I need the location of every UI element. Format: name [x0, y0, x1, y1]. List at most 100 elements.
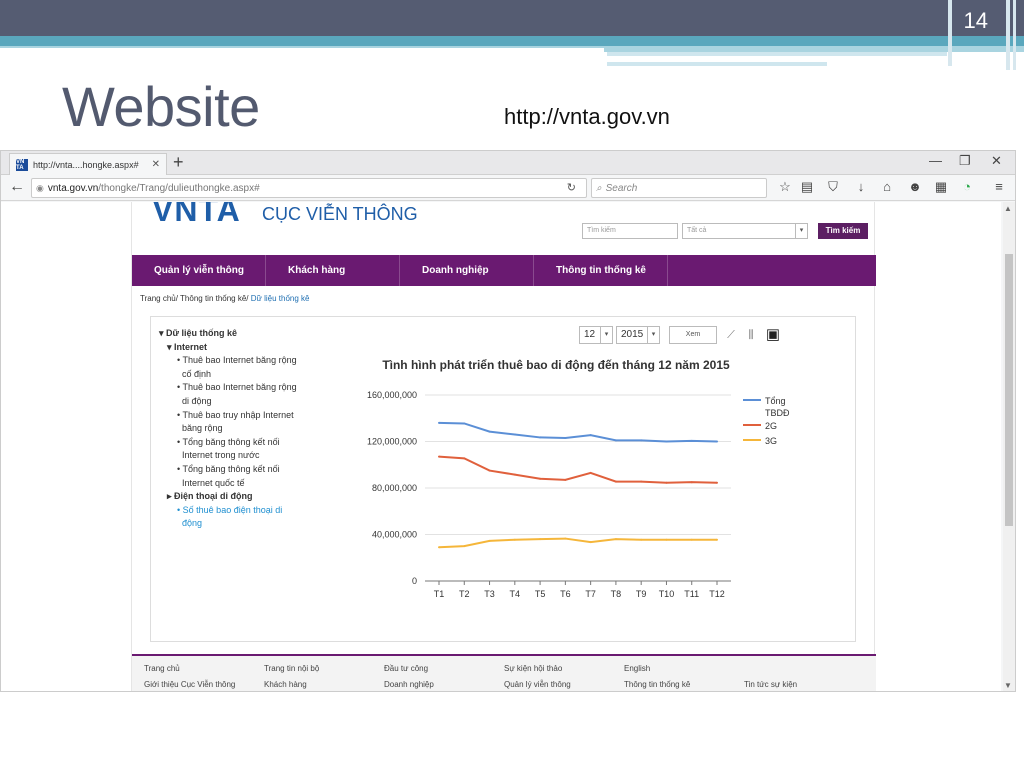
data-point: [690, 538, 693, 541]
footer-link[interactable]: Thông tin thống kê: [624, 680, 690, 689]
address-bar[interactable]: ◉ vnta.gov.vn /thongke/Trang/dulieuthong…: [31, 178, 587, 198]
tree-item-label: Tổng băng thông kết nối: [182, 436, 280, 447]
line-chart-icon[interactable]: ⟋: [723, 326, 739, 344]
tree-internet[interactable]: ▾ Internet: [159, 341, 319, 355]
y-tick-label: 120,000,000: [367, 437, 417, 447]
reading-list-icon[interactable]: ▤: [799, 179, 815, 195]
tree-root[interactable]: ▾ Dữ liệu thống kê: [159, 327, 319, 341]
extension-icon[interactable]: ◔: [959, 179, 975, 194]
breadcrumb-section[interactable]: Thông tin thống kê/: [178, 294, 249, 303]
browser-tab[interactable]: VN TA http://vnta....hongke.aspx# ✕: [9, 153, 167, 175]
scroll-down-icon[interactable]: ▼: [1004, 681, 1012, 690]
browser-toolbar: ← ◉ vnta.gov.vn /thongke/Trang/dulieutho…: [1, 175, 1015, 201]
data-point: [589, 434, 592, 437]
org-name: CỤC VIỄN THÔNG: [262, 204, 418, 224]
footer-link[interactable]: Doanh nghiệp: [384, 680, 434, 689]
breadcrumb-home[interactable]: Trang chủ/: [140, 294, 178, 303]
site-logo[interactable]: VNTA: [152, 202, 241, 229]
nav-item-quan-ly[interactable]: Quản lý viễn thông: [132, 255, 266, 286]
chevron-down-icon: ▾: [795, 223, 807, 239]
x-tick-label: T7: [585, 589, 596, 599]
footer-link[interactable]: Giới thiệu Cục Viễn thông: [144, 680, 235, 689]
tree-item-cont[interactable]: di động: [159, 395, 319, 409]
browser-tabbar: VN TA http://vnta....hongke.aspx# ✕ + — …: [1, 151, 1015, 175]
tree-item-cont[interactable]: Internet trong nước: [159, 449, 319, 463]
new-tab-icon[interactable]: +: [173, 152, 184, 173]
back-arrow-icon[interactable]: ←: [9, 178, 25, 196]
minimize-icon[interactable]: —: [929, 153, 942, 168]
footer-link[interactable]: Trang chủ: [144, 664, 180, 673]
data-point: [488, 539, 491, 542]
footer-link[interactable]: Quản lý viễn thông: [504, 680, 571, 689]
home-icon[interactable]: ⌂: [879, 179, 895, 194]
data-point: [463, 545, 466, 548]
tree-item[interactable]: • Thuê bao Internet băng rộng: [159, 354, 319, 368]
data-point: [589, 541, 592, 544]
chevron-down-icon: ▾: [647, 327, 659, 343]
tree-item[interactable]: • Thuê bao Internet băng rộng: [159, 381, 319, 395]
y-tick-label: 160,000,000: [367, 390, 417, 400]
save-icon[interactable]: ▣: [765, 326, 781, 344]
year-value: 2015: [621, 329, 644, 340]
year-select[interactable]: 2015 ▾: [616, 326, 660, 344]
tree-item-active[interactable]: • Số thuê bao điện thoại di: [159, 504, 319, 518]
data-point: [716, 440, 718, 443]
browser-search-input[interactable]: ⌕ Search: [591, 178, 767, 198]
data-point: [438, 455, 440, 458]
view-button[interactable]: Xem: [669, 326, 717, 344]
data-point: [539, 538, 542, 541]
tree-item-cont[interactable]: động: [159, 517, 319, 531]
data-point: [589, 471, 592, 474]
nav-item-thong-tin[interactable]: Thông tin thống kê: [534, 255, 668, 286]
nav-item-doanh-nghiep[interactable]: Doanh nghiệp: [400, 255, 534, 286]
download-icon[interactable]: ↓: [853, 179, 869, 194]
tab-close-icon[interactable]: ✕: [152, 159, 160, 170]
scrollbar-thumb[interactable]: [1005, 254, 1013, 526]
bar-chart-icon[interactable]: ⫼: [743, 326, 759, 344]
footer-link[interactable]: English: [624, 664, 650, 673]
tree-item[interactable]: • Thuê bao truy nhập Internet: [159, 409, 319, 423]
footer-link[interactable]: Sự kiện hội thảo: [504, 664, 562, 673]
x-tick-label: T3: [484, 589, 495, 599]
site-search-filter[interactable]: Tất cả ▾: [682, 223, 808, 239]
reload-icon[interactable]: ↻: [567, 181, 576, 194]
footer-link[interactable]: Đầu tư công: [384, 664, 428, 673]
footer-link[interactable]: Khách hàng: [264, 680, 307, 689]
slide-deco-vertical: [1006, 0, 1010, 70]
chat-icon[interactable]: ☻: [907, 179, 923, 194]
scroll-up-icon[interactable]: ▲: [1004, 204, 1012, 213]
vnta-page: VNTA CỤC VIỄN THÔNG Tìm kiếm Tất cả ▾ Tì…: [131, 202, 876, 691]
series-line-1: [438, 455, 718, 484]
qr-code-icon[interactable]: ▦: [933, 179, 949, 195]
data-point: [640, 480, 643, 483]
browser-search-placeholder: Search: [605, 182, 638, 194]
page-scrollbar[interactable]: ▲ ▼: [1003, 202, 1015, 691]
pocket-icon[interactable]: ⛉: [825, 179, 841, 195]
site-search-input[interactable]: Tìm kiếm: [582, 223, 678, 239]
site-favicon-icon: VN TA: [16, 158, 28, 171]
page-viewport: VNTA CỤC VIỄN THÔNG Tìm kiếm Tất cả ▾ Tì…: [1, 202, 1001, 691]
menu-icon[interactable]: ≡: [991, 179, 1007, 194]
x-tick-label: T4: [510, 589, 521, 599]
tree-mobile[interactable]: ▸ Điện thoại di động: [159, 490, 319, 504]
restore-icon[interactable]: ❐: [959, 153, 971, 169]
data-point: [488, 469, 491, 472]
tree-item[interactable]: • Tổng băng thông kết nối: [159, 436, 319, 450]
footer-link[interactable]: Trang tin nội bộ: [264, 664, 319, 673]
bookmark-star-icon[interactable]: ☆: [777, 179, 793, 195]
stats-panel: ▾ Dữ liệu thống kê ▾ Internet • Thuê bao…: [150, 316, 856, 642]
nav-item-khach-hang[interactable]: Khách hàng: [266, 255, 400, 286]
tree-item-label: Số thuê bao điện thoại di: [182, 504, 283, 515]
tree-item-cont[interactable]: Internet quốc tế: [159, 477, 319, 491]
month-select[interactable]: 12 ▾: [579, 326, 613, 344]
legend-label: 2G: [765, 421, 777, 431]
close-window-icon[interactable]: ✕: [991, 153, 1002, 169]
footer-link[interactable]: Tin tức sự kiện: [744, 680, 797, 689]
tree-item-cont[interactable]: băng rộng: [159, 422, 319, 436]
data-point: [488, 430, 491, 433]
tree-item-cont[interactable]: cố định: [159, 368, 319, 382]
globe-icon: ◉: [36, 182, 44, 193]
data-point: [513, 473, 516, 476]
site-search-button[interactable]: Tìm kiếm: [818, 223, 868, 239]
tree-item[interactable]: • Tổng băng thông kết nối: [159, 463, 319, 477]
